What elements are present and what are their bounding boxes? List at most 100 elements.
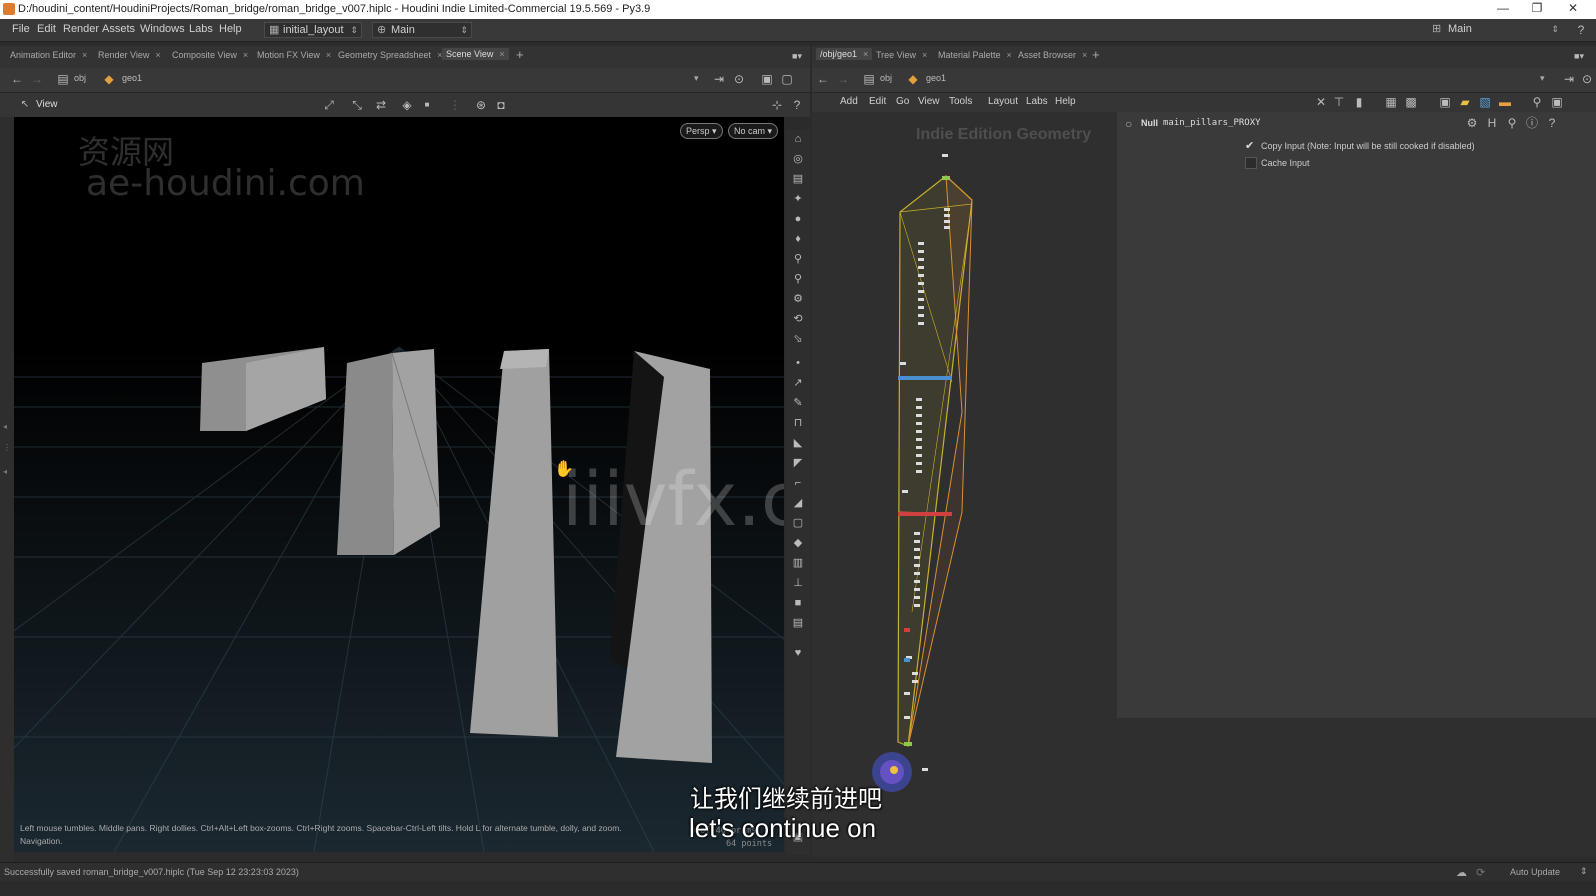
camera-icon[interactable]: ◘ [494,98,508,112]
grid-icon[interactable]: ▦ [1384,95,1398,109]
h-icon[interactable]: H [1485,116,1499,130]
square-icon[interactable]: ■ [791,596,805,610]
cloud-icon[interactable]: ☁ [1456,866,1467,879]
collapse-arrow-icon[interactable]: ◂ [3,422,7,431]
tab-tree-view[interactable]: Tree View × [876,50,927,60]
add-tab-icon[interactable]: + [1092,47,1100,62]
tab-network-geo1[interactable]: /obj/geo1 × [816,48,873,60]
network-editor[interactable]: Indie Edition Geometry [812,112,1117,857]
image-icon[interactable]: ▧ [1478,95,1492,109]
pencil-icon[interactable]: ✎ [791,396,805,410]
camera-menu-button[interactable]: No cam ▾ [728,123,779,139]
vector-icon[interactable]: ↗ [791,376,805,390]
tab-asset-browser[interactable]: Asset Browser × [1018,50,1087,60]
tab-composite-view[interactable]: Composite View × [172,50,248,60]
path-obj[interactable]: obj [880,73,892,83]
sticky-note-icon[interactable]: ▰ [1458,95,1472,109]
tab-motion-fx-view[interactable]: Motion FX View × [257,50,331,60]
path-dropdown-icon[interactable]: ▾ [1540,73,1545,84]
collapse-arrow-icon[interactable]: ◂ [3,467,7,476]
help-icon[interactable]: ? [1574,23,1588,37]
net-menu-add[interactable]: Add [840,96,858,107]
snap-grid-icon[interactable]: ⚲ [791,272,805,286]
menu-file[interactable]: File [12,23,30,35]
list-icon[interactable]: ▮ [1352,95,1366,109]
render-icon[interactable]: ⊛ [474,98,488,112]
frame-icon[interactable]: ◎ [791,152,805,166]
visibility-icon[interactable]: ♦ [791,232,805,246]
tab-animation-editor[interactable]: Animation Editor × [10,50,87,60]
select-prims-icon[interactable]: ◈ [400,98,414,112]
path-obj[interactable]: obj [74,73,86,83]
forward-arrow-icon[interactable]: → [836,72,850,86]
shading-icon[interactable]: ● [791,212,805,226]
layout-dropdown[interactable]: ▦ initial_layout ⇕ [264,22,362,38]
tab-material-palette[interactable]: Material Palette × [938,50,1012,60]
display-options-icon[interactable]: ▣ [760,72,774,86]
tool-icon[interactable]: ⬂ [791,332,805,346]
net-menu-view[interactable]: View [918,96,940,107]
path-dropdown-icon[interactable]: ▾ [694,73,699,84]
layout-toggle-icon[interactable]: ⊹ [770,98,784,112]
net-menu-labs[interactable]: Labs [1026,96,1048,107]
snapshot-icon[interactable]: ▢ [780,72,794,86]
corner-icon[interactable]: ⌐ [791,476,805,490]
back-arrow-icon[interactable]: ← [816,72,830,86]
restore-button[interactable]: ❐ [1522,1,1552,18]
right-desktop-dropdown[interactable]: ⊞ Main ⇕ [1430,22,1562,38]
menu-edit[interactable]: Edit [37,23,56,35]
link-icon[interactable]: ⊙ [1580,72,1594,86]
forward-arrow-icon[interactable]: → [30,72,44,86]
drag-handle-icon[interactable]: ⋮ [3,443,11,452]
tree-icon[interactable]: ⊤ [1332,95,1346,109]
maximize-icon[interactable]: ▣ [1550,95,1564,109]
marker-icon[interactable]: ♥ [791,646,805,660]
home-view-icon[interactable]: ⌂ [791,132,805,146]
snap-icon[interactable]: ⚲ [791,252,805,266]
copy-input-checkmark-icon[interactable]: ✔ [1245,139,1254,152]
box-icon[interactable]: ▥ [791,556,805,570]
handle-icon[interactable]: ⚙ [791,292,805,306]
add-tab-icon[interactable]: + [516,47,524,62]
close-button[interactable]: ✕ [1558,1,1588,18]
display-icon[interactable]: ⟲ [791,312,805,326]
select-edges-icon[interactable]: ⇄ [374,98,388,112]
pane-menu-icon[interactable]: ■▾ [790,49,804,63]
menu-labs[interactable]: Labs [189,23,213,35]
menu-assets[interactable]: Assets [102,23,135,35]
viewer-help-icon[interactable]: ? [790,98,804,112]
net-menu-layout[interactable]: Layout [988,96,1018,107]
light-icon[interactable]: ✦ [791,192,805,206]
menu-windows[interactable]: Windows [140,23,185,35]
help-icon[interactable]: ? [1545,116,1559,130]
info-icon[interactable]: ⓘ [1525,116,1539,130]
auto-update-label[interactable]: Auto Update [1510,867,1560,877]
net-menu-edit[interactable]: Edit [869,96,886,107]
layers-icon[interactable]: ▤ [791,616,805,630]
paint-icon[interactable]: ◤ [791,456,805,470]
net-menu-help[interactable]: Help [1055,96,1076,107]
minimize-button[interactable]: — [1488,1,1518,18]
net-menu-tools[interactable]: Tools [949,96,972,107]
gear-icon[interactable]: ⚙ [1465,116,1479,130]
link-icon[interactable]: ⊙ [732,72,746,86]
pin-icon[interactable]: ⇥ [712,72,726,86]
point-icon[interactable]: • [791,356,805,370]
magnet-icon[interactable]: ⊓ [791,416,805,430]
pane-menu-icon[interactable]: ■▾ [1572,49,1586,63]
table-icon[interactable]: ▩ [1404,95,1418,109]
cache-input-checkbox[interactable] [1245,157,1257,169]
view-tool-icon[interactable]: ↖ [18,98,32,112]
edit-icon[interactable]: ◢ [791,496,805,510]
node-name-field[interactable]: main_pillars_PROXY [1163,118,1261,128]
tab-geometry-spreadsheet[interactable]: Geometry Spreadsheet × [338,50,442,60]
pin-icon[interactable]: ⇥ [1562,72,1576,86]
select-objects-icon[interactable]: ■ [420,98,434,112]
refresh-icon[interactable]: ⟳ [1476,866,1485,879]
tab-scene-view[interactable]: Scene View × [442,48,509,60]
path-geo1[interactable]: geo1 [926,73,946,83]
persp-menu-button[interactable]: Persp ▾ [680,123,723,139]
search-icon[interactable]: ⚲ [1530,95,1544,109]
palette-icon[interactable]: ▣ [1438,95,1452,109]
brush-icon[interactable]: ◣ [791,436,805,450]
